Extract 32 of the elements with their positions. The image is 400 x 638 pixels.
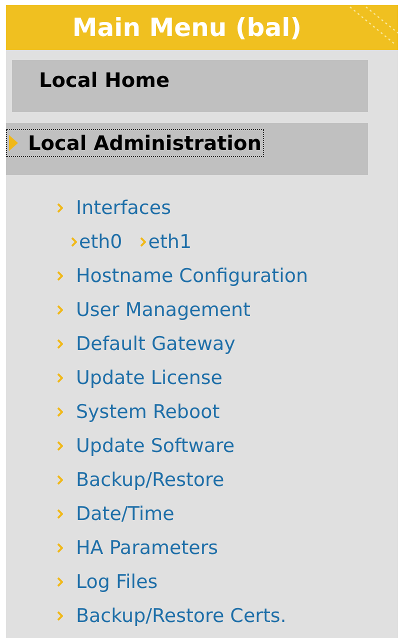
chevron-icon [57,271,63,281]
chevron-icon [57,611,63,621]
menu-link[interactable]: eth1 [148,231,192,253]
chevron-icon [57,577,63,587]
menu-link[interactable]: Default Gateway [76,333,236,355]
menu-link[interactable]: Interfaces [76,197,171,219]
chevron-icon [57,339,63,349]
menu-link[interactable]: Backup/Restore [76,469,224,491]
section-link[interactable]: Local Administration [6,129,264,157]
menu-title: Main Menu (bal) [72,13,302,42]
chevron-icon [140,237,146,247]
chevron-icon [57,441,63,451]
chevron-icon [71,237,77,247]
triangle-icon [9,135,18,151]
menu-link[interactable]: eth0 [79,231,122,253]
menu-link[interactable]: HA Parameters [76,537,218,559]
menu-link[interactable]: Update License [76,367,222,389]
chevron-icon [57,203,63,213]
chevron-icon [57,475,63,485]
section-link[interactable]: Local Home [36,66,173,94]
chevron-icon [57,509,63,519]
chevron-icon [57,305,63,315]
menu-link[interactable]: Hostname Configuration [76,265,308,287]
menu-link[interactable]: Update Software [76,435,235,457]
menu-link[interactable]: Date/Time [76,503,174,525]
chevron-icon [57,543,63,553]
menu-link[interactable]: Log Files [76,571,158,593]
menu-link[interactable]: System Reboot [76,401,220,423]
menu-link[interactable]: Backup/Restore Certs. [76,605,286,627]
chevron-icon [57,407,63,417]
menu-link[interactable]: User Management [76,299,251,321]
chevron-icon [57,373,63,383]
